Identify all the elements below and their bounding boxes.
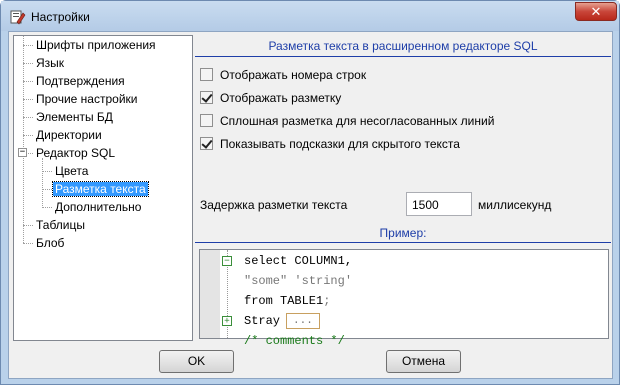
cancel-button[interactable]: Отмена	[386, 350, 461, 373]
section-title: Разметка текста в расширенном редакторе …	[195, 35, 611, 57]
fold-expand-icon: +	[222, 316, 232, 326]
tree-connector	[23, 36, 24, 243]
tree-item-directories[interactable]: Директории	[34, 126, 104, 144]
tree-item-label: Шрифты приложения	[36, 38, 156, 52]
checkbox-solid-markup[interactable]: Сплошная разметка для несогласованных ли…	[200, 113, 494, 131]
delay-input[interactable]: 1500	[406, 192, 472, 216]
tree-connector	[23, 99, 33, 100]
checkbox-label: Отображать разметку	[220, 91, 342, 105]
tree-connector	[23, 117, 33, 118]
checkbox-show-line-numbers[interactable]: Отображать номера строк	[200, 67, 366, 85]
tree-item-blob[interactable]: Блоб	[34, 234, 66, 252]
tree-item-app-fonts[interactable]: Шрифты приложения	[34, 36, 158, 54]
tree-connector	[28, 153, 33, 154]
tree-connector	[42, 207, 52, 208]
code-string: "some"	[244, 274, 288, 288]
tree-connector	[23, 225, 33, 226]
code-line-4: Stray...	[244, 311, 320, 331]
checkbox-icon[interactable]	[200, 114, 213, 127]
checkbox-checked-icon[interactable]	[200, 137, 213, 150]
code-string: 'string'	[294, 274, 353, 288]
checkbox-icon[interactable]	[200, 68, 213, 81]
settings-window: Настройки ✕ − Шрифты приложения Язык Под…	[0, 0, 620, 385]
checkbox-label: Сплошная разметка для несогласованных ли…	[220, 114, 495, 128]
tree-item-label: Директории	[36, 128, 102, 142]
tree-item-label: Блоб	[36, 236, 65, 250]
tree-connector	[42, 158, 43, 206]
checkbox-checked-icon[interactable]	[200, 91, 213, 104]
app-icon	[10, 10, 26, 25]
dialog-client: − Шрифты приложения Язык Подтверждения П…	[8, 31, 613, 379]
tree-item-label: Прочие настройки	[36, 92, 138, 106]
code-line-1: select COLUMN1,	[244, 254, 353, 268]
tree-item-confirmations[interactable]: Подтверждения	[34, 72, 127, 90]
tree-item-db-elements[interactable]: Элементы БД	[34, 108, 115, 126]
tree-item-other-settings[interactable]: Прочие настройки	[34, 90, 139, 108]
settings-panel: Разметка текста в расширенном редакторе …	[195, 35, 611, 348]
tree-item-tables[interactable]: Таблицы	[34, 216, 87, 234]
code-line-2: "some" 'string'	[244, 271, 352, 291]
example-title: Пример:	[195, 225, 611, 243]
tree-item-label: Элементы БД	[36, 110, 113, 124]
tree-connector	[42, 171, 52, 172]
tree-item-additional[interactable]: Дополнительно	[53, 198, 143, 216]
ok-button[interactable]: OK	[159, 350, 234, 373]
code-keyword: from TABLE1	[244, 294, 324, 308]
checkbox-hidden-text-hints[interactable]: Показывать подсказки для скрытого текста	[200, 136, 460, 154]
tree-item-colors[interactable]: Цвета	[53, 162, 90, 180]
tree-item-label: Таблицы	[36, 218, 86, 232]
tree-connector	[23, 45, 33, 46]
tree-item-text-markup[interactable]: Разметка текста	[52, 180, 149, 198]
tree-item-label: Разметка текста	[52, 181, 149, 197]
checkbox-label: Показывать подсказки для скрытого текста	[220, 137, 460, 151]
tree-item-label: Редактор SQL	[36, 146, 116, 160]
code-line-3: from TABLE1;	[244, 291, 330, 311]
close-icon: ✕	[590, 4, 602, 19]
code-line-5: /* comments */	[244, 334, 345, 348]
tree-item-label: Язык	[36, 56, 65, 70]
editor-gutter	[200, 250, 220, 338]
code-punct: ;	[323, 294, 331, 308]
sql-preview-editor: − + select COLUMN1, "some" 'string' from…	[199, 249, 609, 348]
tree-item-label: Дополнительно	[55, 200, 142, 214]
delay-unit-label: миллисекунд	[478, 198, 552, 212]
tree-item-label: Цвета	[55, 164, 89, 178]
tree-connector	[23, 243, 33, 244]
settings-tree[interactable]: − Шрифты приложения Язык Подтверждения П…	[13, 35, 193, 341]
tree-connector	[23, 135, 33, 136]
tree-connector	[23, 63, 33, 64]
checkbox-label: Отображать номера строк	[220, 68, 367, 82]
hidden-text-marker: ...	[286, 313, 320, 329]
fold-collapse-icon: −	[222, 256, 232, 266]
tree-connector	[42, 189, 52, 190]
title-bar[interactable]: Настройки ✕	[1, 1, 619, 31]
close-button[interactable]: ✕	[575, 2, 617, 21]
tree-item-sql-editor[interactable]: Редактор SQL	[34, 144, 117, 162]
collapse-icon[interactable]: −	[18, 148, 27, 157]
tree-item-language[interactable]: Язык	[34, 54, 66, 72]
checkbox-show-markup[interactable]: Отображать разметку	[200, 90, 341, 108]
tree-connector	[23, 81, 33, 82]
delay-label: Задержка разметки текста	[200, 198, 348, 212]
window-title: Настройки	[31, 10, 90, 24]
code-keyword: Stray	[244, 314, 281, 328]
tree-item-label: Подтверждения	[36, 74, 125, 88]
